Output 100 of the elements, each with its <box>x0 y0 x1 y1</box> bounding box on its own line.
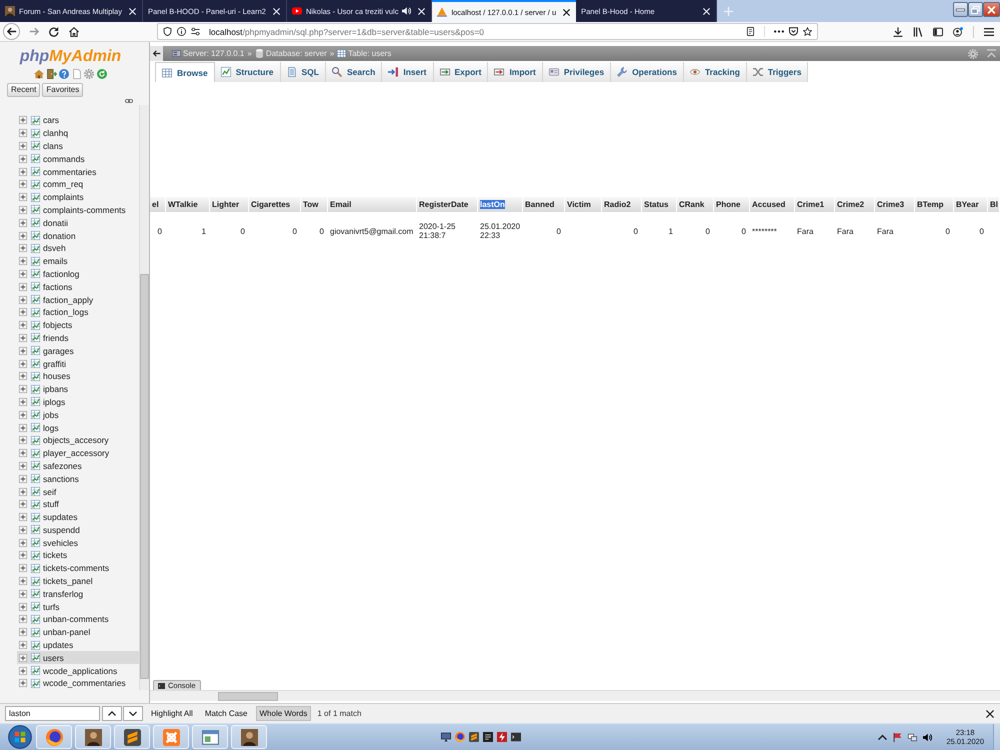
minimize-button[interactable] <box>953 2 968 17</box>
table-item[interactable]: wcode_commentaries <box>17 677 139 690</box>
table-item[interactable]: comm_req <box>17 178 139 191</box>
column-header[interactable]: el <box>150 197 166 212</box>
door-arrow-icon[interactable] <box>46 69 57 79</box>
table-item[interactable]: updates <box>17 638 139 652</box>
lines-tile-icon[interactable] <box>483 732 493 742</box>
table-icon[interactable] <box>31 436 40 445</box>
table-icon[interactable] <box>31 333 40 342</box>
table-item[interactable]: tickets_panel <box>17 574 139 588</box>
close-icon[interactable] <box>563 8 570 16</box>
table-icon[interactable] <box>31 116 40 125</box>
expand-icon[interactable] <box>19 462 27 470</box>
help-icon[interactable] <box>59 69 70 79</box>
globe-icon[interactable] <box>455 732 465 742</box>
expand-icon[interactable] <box>19 577 27 586</box>
find-option[interactable]: Match Case <box>200 706 252 721</box>
expand-icon[interactable] <box>19 679 27 688</box>
table-item[interactable]: faction_apply <box>17 293 139 306</box>
column-header[interactable]: Bl <box>988 197 1000 212</box>
terminal-icon[interactable] <box>511 732 521 742</box>
table-item[interactable]: donation <box>17 229 139 242</box>
chevron-badge-icon[interactable] <box>789 27 798 36</box>
table-item[interactable]: safezones <box>17 460 139 472</box>
table-icon[interactable] <box>31 448 40 458</box>
column-header[interactable]: Crime3 <box>875 197 915 212</box>
link-icon[interactable] <box>125 99 133 103</box>
expand-icon[interactable] <box>19 564 27 572</box>
table-item[interactable]: dsveh <box>17 242 139 255</box>
table-item[interactable]: fobjects <box>17 318 139 332</box>
table-item[interactable]: clans <box>17 140 139 152</box>
table-icon[interactable] <box>31 359 40 368</box>
taskbar-app[interactable] <box>114 725 150 749</box>
shield-icon[interactable] <box>163 27 172 36</box>
expand-icon[interactable] <box>19 282 27 291</box>
expand-icon[interactable] <box>19 244 27 252</box>
info-icon[interactable] <box>177 27 186 36</box>
table-icon[interactable] <box>31 295 40 304</box>
nav-tab[interactable]: Export <box>434 62 488 82</box>
house-icon[interactable] <box>34 69 44 79</box>
table-icon[interactable] <box>31 538 40 548</box>
expand-icon[interactable] <box>19 129 27 138</box>
table-icon[interactable] <box>31 410 40 420</box>
table-item[interactable]: commands <box>17 152 139 166</box>
expand-icon[interactable] <box>19 193 27 202</box>
expand-icon[interactable] <box>19 218 27 227</box>
column-header[interactable]: Accused <box>750 197 795 212</box>
column-header[interactable]: Status <box>642 197 677 212</box>
expand-icon[interactable] <box>19 654 27 662</box>
table-item[interactable]: jobs <box>17 408 139 422</box>
table-icon[interactable] <box>31 154 40 164</box>
table-icon[interactable] <box>31 205 40 214</box>
column-header[interactable]: lastOn <box>478 197 523 212</box>
table-icon[interactable] <box>31 244 40 253</box>
table-item[interactable]: logs <box>17 421 139 434</box>
table-item[interactable]: commentaries <box>17 165 139 178</box>
star-icon[interactable] <box>803 27 812 36</box>
table-icon[interactable] <box>31 602 40 612</box>
table-item[interactable]: graffiti <box>17 357 139 370</box>
table-icon[interactable] <box>31 346 40 356</box>
table-icon[interactable] <box>31 550 40 560</box>
find-field[interactable]: laston <box>5 706 100 721</box>
column-header[interactable]: Banned <box>523 197 565 212</box>
expand-icon[interactable] <box>19 334 27 342</box>
refresh-icon[interactable] <box>96 69 107 79</box>
column-header[interactable]: Email <box>328 197 417 212</box>
table-item[interactable]: player_accessory <box>17 446 139 460</box>
table-item[interactable]: complaints-comments <box>17 204 139 216</box>
table-item[interactable]: objects_accesory <box>17 434 139 447</box>
menu-icon[interactable] <box>984 26 994 36</box>
table-icon[interactable] <box>31 180 40 189</box>
table-icon[interactable] <box>31 487 40 496</box>
table-item[interactable]: emails <box>17 254 139 268</box>
expand-icon[interactable] <box>19 513 27 522</box>
expand-icon[interactable] <box>19 590 27 598</box>
table-icon[interactable] <box>31 320 40 330</box>
scrollbar[interactable] <box>150 690 1000 701</box>
table-icon[interactable] <box>31 269 40 278</box>
logo[interactable]: phpMyAdmin <box>20 47 122 66</box>
expand-icon[interactable] <box>19 449 27 458</box>
expand-icon[interactable] <box>19 615 27 624</box>
nav-tab[interactable]: Triggers <box>746 62 808 82</box>
table-icon[interactable] <box>31 461 40 470</box>
more-icon[interactable] <box>774 30 784 33</box>
table-icon[interactable] <box>31 576 40 586</box>
table-item[interactable]: factions <box>17 280 139 294</box>
column-header[interactable]: BYear <box>954 197 988 212</box>
download-icon[interactable] <box>893 26 903 36</box>
table-item[interactable]: cars <box>17 114 139 127</box>
nav-tab[interactable]: SQL <box>280 62 326 82</box>
page-icon[interactable] <box>72 69 82 79</box>
table-item[interactable]: stuff <box>17 498 139 511</box>
sidebar-button[interactable]: Recent <box>7 83 40 97</box>
column-header[interactable]: Tow <box>301 197 328 212</box>
table-icon[interactable] <box>31 167 40 176</box>
table-item[interactable]: svehicles <box>17 536 139 550</box>
table-item[interactable]: tickets-comments <box>17 562 139 575</box>
column-header[interactable]: RegisterDate <box>417 197 478 212</box>
table-icon[interactable] <box>31 218 40 228</box>
table-item[interactable]: complaints <box>17 190 139 204</box>
